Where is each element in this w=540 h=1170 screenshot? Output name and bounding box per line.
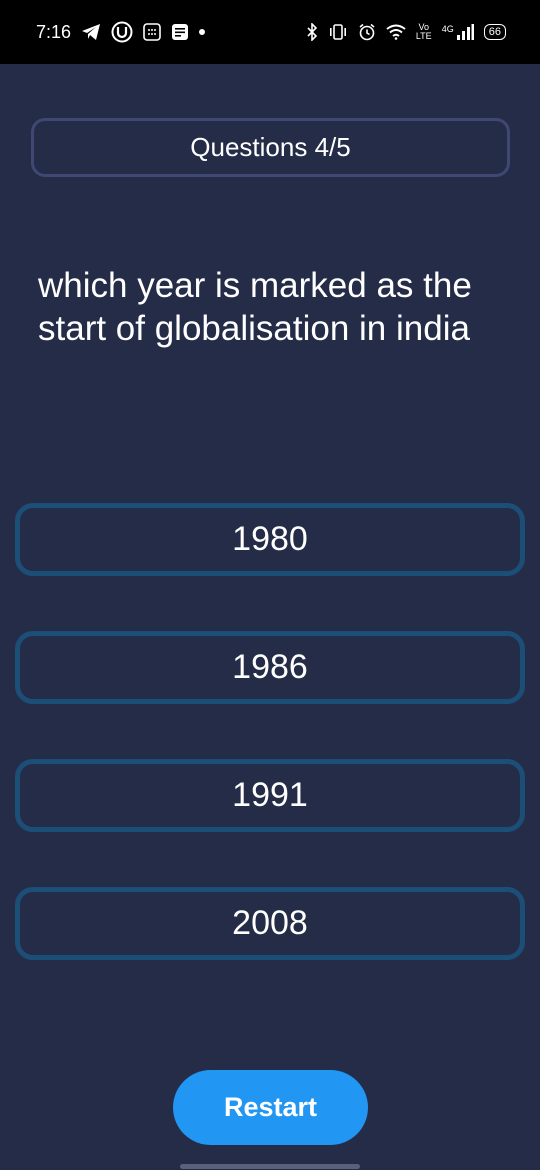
status-time: 7:16 [36,21,72,42]
question-counter-label: Questions 4/5 [190,132,351,162]
question-counter: Questions 4/5 [31,118,510,177]
answer-option-3[interactable]: 1991 [15,759,525,832]
battery-icon: 66 [483,24,506,40]
alarm-icon [358,23,376,41]
bluetooth-icon [306,23,318,41]
answer-option-1[interactable]: 1980 [15,503,525,576]
restart-button-label: Restart [223,1092,318,1122]
notes-icon [171,23,189,41]
answer-option-4[interactable]: 2008 [15,887,525,960]
wifi-icon [386,24,406,40]
answer-option-label: 1980 [232,520,308,558]
answer-option-label: 1991 [232,776,308,814]
app-u-icon [111,21,133,43]
status-bar: 7:16 Vo LTE 4G 66 [0,0,540,64]
notification-dot-icon [199,29,206,35]
network-type-label: 4G [441,24,454,34]
vibrate-icon [328,23,348,41]
navigation-gesture-handle[interactable] [180,1164,360,1169]
status-bar-left: 7:16 [36,21,206,43]
restart-button[interactable]: Restart [173,1070,368,1145]
status-bar-right: Vo LTE 4G 66 [306,23,506,41]
answer-option-label: 2008 [232,904,308,942]
signal-icon: 4G [442,24,474,40]
question-text: which year is marked as the start of glo… [38,266,472,348]
telegram-icon [81,23,101,41]
answer-option-2[interactable]: 1986 [15,631,525,704]
battery-level: 66 [488,26,501,38]
calculator-icon [143,23,161,41]
volte-label: Vo LTE [415,22,432,41]
answer-option-label: 1986 [232,648,308,686]
